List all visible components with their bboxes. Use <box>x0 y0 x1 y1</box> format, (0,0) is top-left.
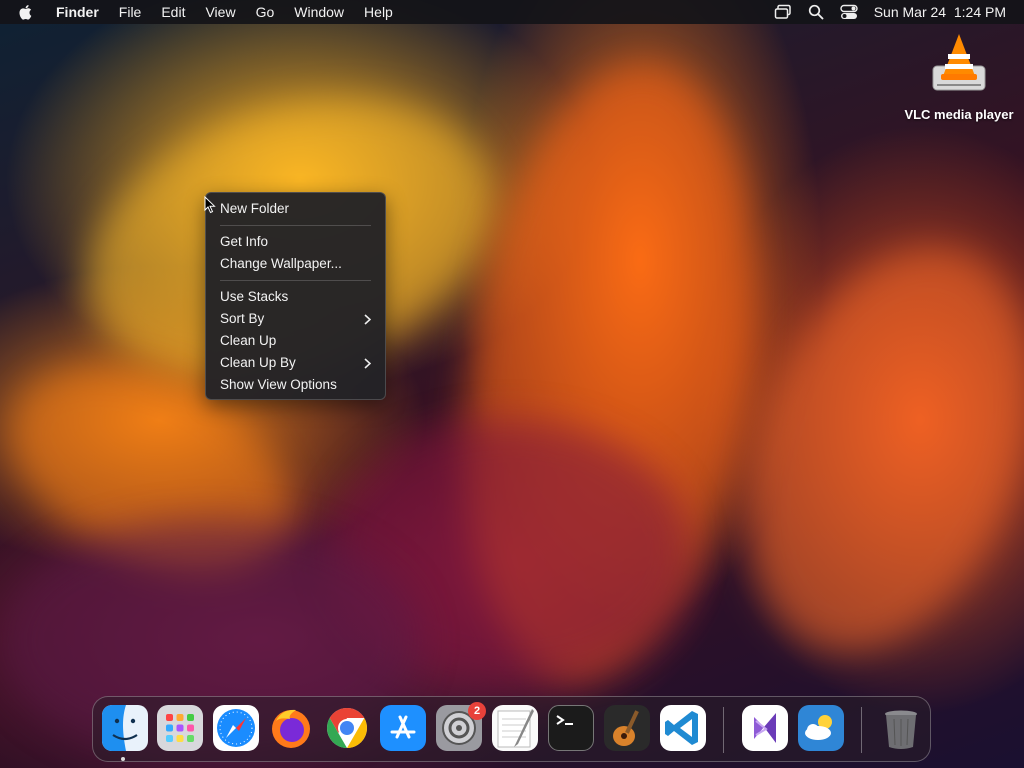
notification-badge: 2 <box>468 702 486 720</box>
menu-help[interactable]: Help <box>354 0 403 24</box>
dock-app-finder[interactable] <box>102 705 148 751</box>
dock-app-weather[interactable] <box>798 705 844 751</box>
menu-window[interactable]: Window <box>284 0 354 24</box>
chevron-right-icon <box>364 352 371 374</box>
app-store-icon <box>390 715 416 739</box>
menu-item-clean-up-by[interactable]: Clean Up By <box>206 352 385 374</box>
dock-app-terminal[interactable] <box>548 705 594 751</box>
chrome-icon <box>327 708 367 748</box>
dock-app-vscode[interactable] <box>660 705 706 751</box>
desktop-context-menu: New Folder Get Info Change Wallpaper... … <box>205 192 386 400</box>
textedit-icon <box>497 709 534 748</box>
dock-app-launchpad[interactable] <box>157 705 203 751</box>
dock-app-garageband[interactable] <box>604 705 650 751</box>
menu-go[interactable]: Go <box>246 0 285 24</box>
desktop-icon-label: VLC media player <box>904 107 1014 122</box>
menu-edit[interactable]: Edit <box>151 0 195 24</box>
chevron-right-icon <box>364 308 371 330</box>
menu-view[interactable]: View <box>195 0 245 24</box>
trash-icon <box>885 710 917 749</box>
menu-app-name[interactable]: Finder <box>46 0 109 24</box>
visual-studio-icon <box>754 713 776 743</box>
menu-bar: Finder File Edit View Go Window Help Sun… <box>0 0 1024 24</box>
running-indicator <box>121 757 125 761</box>
launchpad-icon <box>166 714 194 742</box>
safari-icon <box>217 709 255 747</box>
vscode-icon <box>665 711 698 745</box>
menu-item-use-stacks[interactable]: Use Stacks <box>206 286 385 308</box>
menu-item-get-info[interactable]: Get Info <box>206 231 385 253</box>
weather-icon <box>805 715 832 740</box>
apple-logo-icon[interactable] <box>18 3 34 21</box>
dock-app-chrome[interactable] <box>324 705 370 751</box>
garageband-icon <box>613 710 639 746</box>
mouse-cursor-icon <box>204 196 216 214</box>
dock-separator <box>723 707 724 753</box>
menu-separator <box>220 280 371 281</box>
dock-app-safari[interactable] <box>213 705 259 751</box>
dock-separator <box>861 707 862 753</box>
menu-item-clean-up[interactable]: Clean Up <box>206 330 385 352</box>
dock-app-visual-studio[interactable] <box>742 705 788 751</box>
menu-file[interactable]: File <box>109 0 152 24</box>
finder-icon <box>102 705 148 751</box>
desktop-icon-vlc[interactable]: VLC media player <box>900 32 1018 122</box>
firefox-icon <box>272 709 310 748</box>
spotlight-search-icon[interactable] <box>808 4 824 20</box>
menu-item-new-folder[interactable]: New Folder <box>206 198 385 220</box>
dock-app-firefox[interactable] <box>268 705 314 751</box>
terminal-icon <box>556 715 573 725</box>
desktop-wallpaper <box>0 0 1024 768</box>
dock-app-app-store[interactable] <box>380 705 426 751</box>
menu-bar-clock[interactable]: Sun Mar 24 1:24 PM <box>874 4 1006 20</box>
menu-item-change-wallpaper[interactable]: Change Wallpaper... <box>206 253 385 275</box>
dock: 2 <box>92 696 931 762</box>
menu-item-sort-by[interactable]: Sort By <box>206 308 385 330</box>
dock-app-textedit[interactable] <box>492 705 538 751</box>
screen-mirroring-icon[interactable] <box>774 4 792 20</box>
menu-item-show-view-options[interactable]: Show View Options <box>206 374 385 396</box>
control-center-icon[interactable] <box>840 4 858 20</box>
vlc-drive-icon <box>932 34 986 91</box>
dock-app-trash[interactable] <box>878 705 924 751</box>
menu-separator <box>220 225 371 226</box>
